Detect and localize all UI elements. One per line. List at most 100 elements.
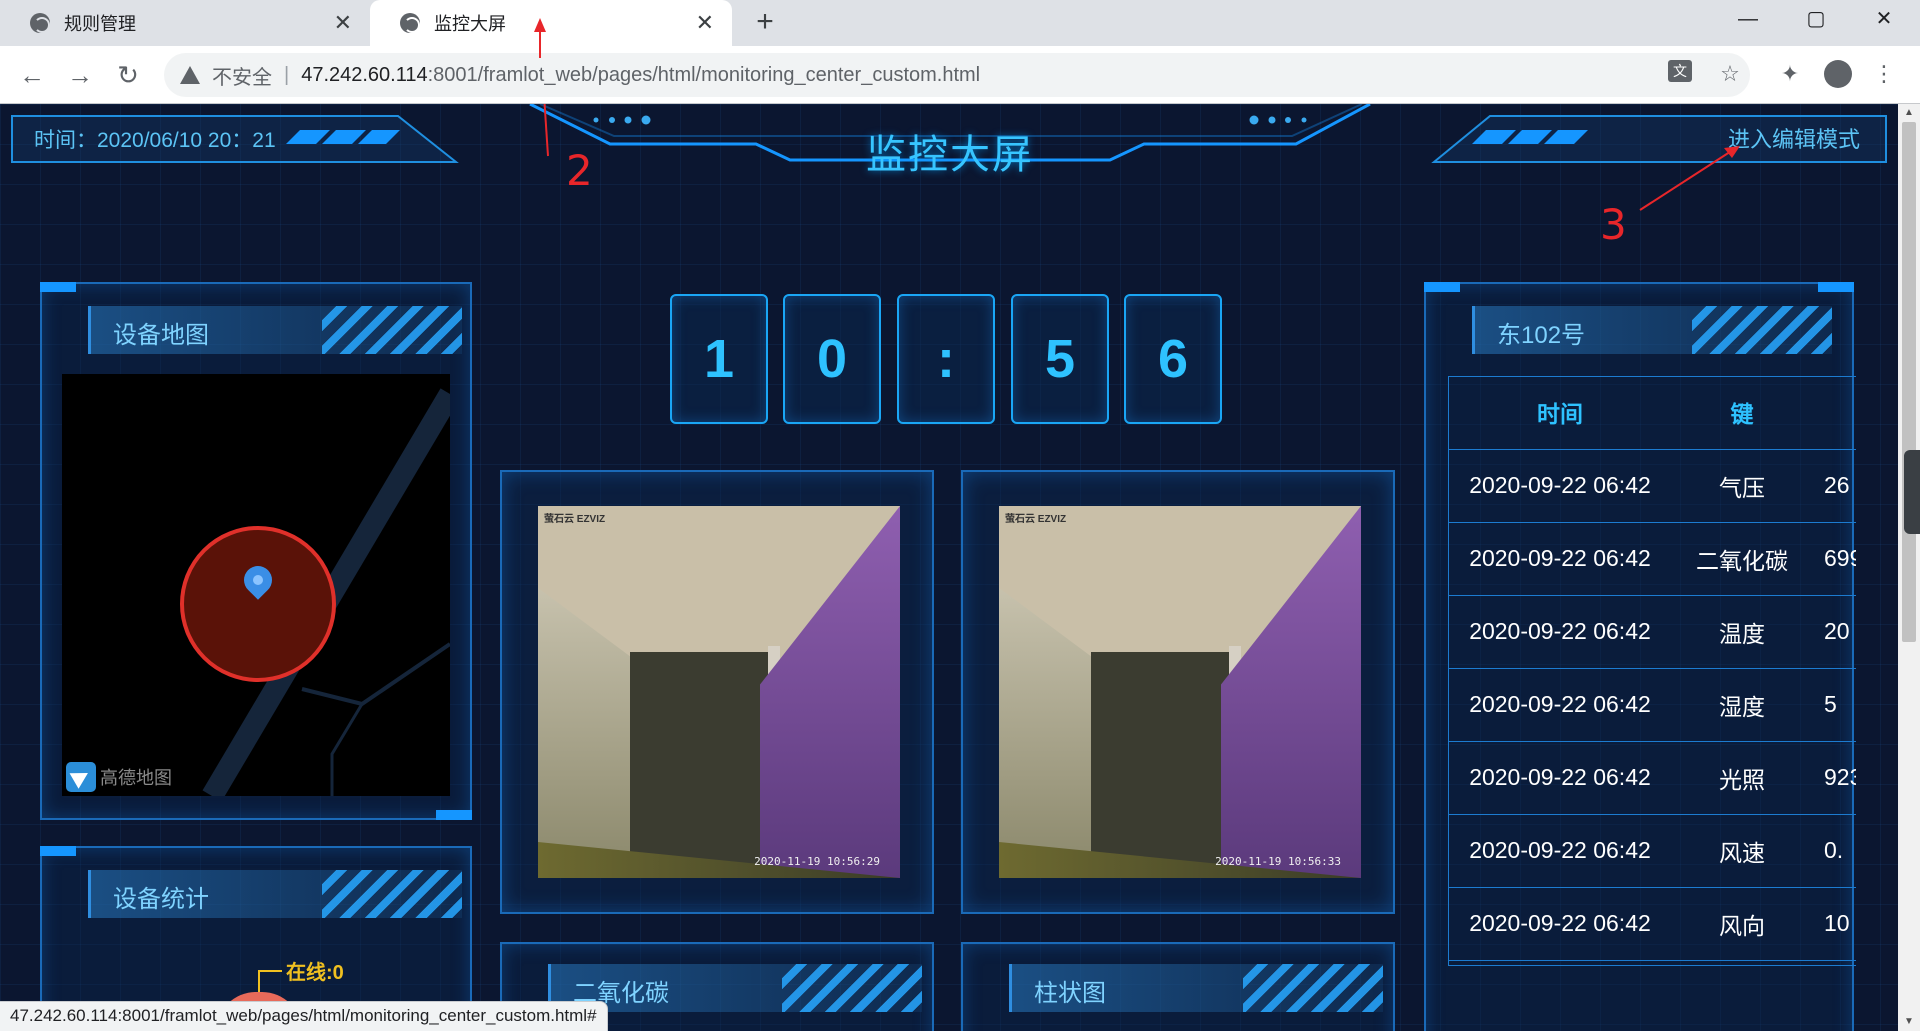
column-header-key: 键: [1672, 376, 1812, 450]
table-row: 2020-09-22 06:42 气压 26: [1448, 449, 1856, 523]
ezviz-logo: 萤石云 EZVIZ: [544, 514, 606, 525]
browser-tab-strip: 规则管理 ✕ 监控大屏 ✕ + — ▢ ✕: [0, 0, 1920, 46]
stripes-decoration: [1243, 964, 1383, 1012]
panel-title: 东102号: [1497, 322, 1586, 349]
map-provider-logo: 高德地图: [66, 762, 172, 792]
cell-value: 923: [1812, 741, 1856, 815]
star-icon[interactable]: ☆: [1716, 60, 1744, 88]
cell-value: 20: [1812, 595, 1856, 669]
scroll-down-icon[interactable]: ▼: [1898, 1013, 1920, 1031]
column-header-value: [1812, 376, 1856, 450]
device-map[interactable]: 高德地图: [62, 374, 450, 796]
cell-time: 2020-09-22 06:42: [1448, 814, 1672, 888]
column-header-time: 时间: [1448, 376, 1672, 450]
minimize-button[interactable]: —: [1714, 0, 1782, 40]
map-pin-icon[interactable]: [238, 560, 278, 600]
annotation-number-3: 3: [1600, 200, 1627, 249]
cell-value: 5: [1812, 668, 1856, 742]
cell-time: 2020-09-22 06:42: [1448, 668, 1672, 742]
cell-key: 气压: [1672, 449, 1812, 523]
device-location-marker[interactable]: [180, 526, 336, 682]
table-row: 2020-09-22 06:42 光照 923: [1448, 741, 1856, 815]
panel-title: 设备统计: [113, 886, 209, 913]
url-host: 47.242.60.114: [301, 63, 428, 86]
table-header-row: 时间 键: [1448, 376, 1856, 450]
cell-key: 风速: [1672, 814, 1812, 888]
camera-timestamp: 2020-11-19 10:56:33: [1215, 855, 1341, 868]
cell-value: 26: [1812, 449, 1856, 523]
security-label[interactable]: 不安全: [212, 61, 272, 90]
online-count-label: 在线:0: [286, 962, 344, 984]
tab-monitoring-screen[interactable]: 监控大屏 ✕: [370, 0, 732, 46]
cell-key: 风向: [1672, 887, 1812, 961]
side-widget[interactable]: [1904, 450, 1920, 534]
new-tab-button[interactable]: +: [748, 6, 782, 40]
ezviz-logo: 萤石云 EZVIZ: [1005, 514, 1067, 525]
cell-key: 湿度: [1672, 668, 1812, 742]
cell-value: 0.: [1812, 814, 1856, 888]
panel-header: 东102号: [1472, 306, 1832, 354]
scrollbar-thumb[interactable]: [1902, 122, 1916, 642]
panel-header: 设备地图: [88, 306, 462, 354]
close-icon[interactable]: ✕: [696, 12, 714, 34]
extensions-icon[interactable]: ✦: [1776, 60, 1804, 88]
panel-header: 设备统计: [88, 870, 462, 918]
table-row: 2020-09-22 06:42 风速 0.: [1448, 814, 1856, 888]
translate-icon[interactable]: 文: [1668, 60, 1696, 88]
camera-feed-1[interactable]: 萤石云 EZVIZ 2020-11-19 10:56:29: [538, 506, 900, 878]
clock-separator: :: [897, 294, 995, 424]
pie-label-line: [258, 970, 282, 992]
maximize-button[interactable]: ▢: [1782, 0, 1850, 40]
stripes-decoration: [1692, 306, 1832, 354]
address-toolbar: ← → ↻ 不安全 | 47.242.60.114 :8001/framlot_…: [0, 46, 1920, 104]
panel-header: 柱状图: [1009, 964, 1383, 1012]
reload-icon[interactable]: ↻: [112, 60, 144, 92]
stripes-decoration: [782, 964, 922, 1012]
page-scrollbar[interactable]: ▲ ▼: [1898, 104, 1920, 1031]
table-row: 2020-09-22 06:42 二氧化碳 699: [1448, 522, 1856, 596]
tab-label: 规则管理: [64, 14, 136, 34]
address-bar[interactable]: 不安全 | 47.242.60.114 :8001/framlot_web/pa…: [164, 53, 1750, 97]
table-row: 2020-09-22 06:42 风向 10: [1448, 887, 1856, 961]
menu-icon[interactable]: ⋮: [1870, 60, 1898, 88]
map-logo-text: 高德地图: [100, 768, 172, 788]
camera-panel-2: 萤石云 EZVIZ 2020-11-19 10:56:33: [961, 470, 1395, 914]
tab-label: 监控大屏: [434, 14, 506, 34]
cell-time: 2020-09-22 06:42: [1448, 449, 1672, 523]
globe-icon: [30, 13, 50, 33]
annotation-arrowhead: [534, 18, 546, 58]
cell-time: 2020-09-22 06:42: [1448, 522, 1672, 596]
close-icon[interactable]: ✕: [334, 12, 352, 34]
clock-digit: 5: [1011, 294, 1109, 424]
link-status-bar: 47.242.60.114:8001/framlot_web/pages/htm…: [0, 1001, 608, 1031]
dashboard: 时间：2020/06/10 20：21 监控大屏 进入编辑模式 设备地图 高德地…: [0, 104, 1898, 1031]
clock-digit: 6: [1124, 294, 1222, 424]
tab-rules-management[interactable]: 规则管理 ✕: [0, 0, 370, 46]
close-window-button[interactable]: ✕: [1850, 0, 1918, 40]
cell-time: 2020-09-22 06:42: [1448, 887, 1672, 961]
cell-key: 光照: [1672, 741, 1812, 815]
profile-icon[interactable]: [1824, 60, 1852, 88]
forward-icon[interactable]: →: [64, 60, 96, 92]
clock-digit: 0: [783, 294, 881, 424]
camera-feed-2[interactable]: 萤石云 EZVIZ 2020-11-19 10:56:33: [999, 506, 1361, 878]
stripes-decoration: [322, 306, 462, 354]
annotation-arrows: [543, 104, 1740, 211]
table-row: 2020-09-22 06:42 湿度 5: [1448, 668, 1856, 742]
cell-key: 温度: [1672, 595, 1812, 669]
table-row: 2020-09-22 06:42 温度 20: [1448, 595, 1856, 669]
warning-icon[interactable]: [180, 66, 200, 84]
url-path: :8001/framlot_web/pages/html/monitoring_…: [427, 63, 981, 86]
address-separator: |: [284, 63, 290, 86]
cell-value: 699: [1812, 522, 1856, 596]
panel-title: 柱状图: [1034, 980, 1106, 1007]
panel-title: 设备地图: [113, 322, 209, 349]
device-data-table[interactable]: 时间 键 2020-09-22 06:42 气压 26 2020-09-22 0…: [1448, 376, 1856, 966]
annotation-number-2: 2: [566, 146, 593, 195]
cell-time: 2020-09-22 06:42: [1448, 741, 1672, 815]
back-icon[interactable]: ←: [16, 60, 48, 92]
globe-icon: [400, 13, 420, 33]
cell-value: 10: [1812, 887, 1856, 961]
scroll-up-icon[interactable]: ▲: [1898, 104, 1920, 122]
bar-chart-panel: 柱状图: [961, 942, 1395, 1031]
